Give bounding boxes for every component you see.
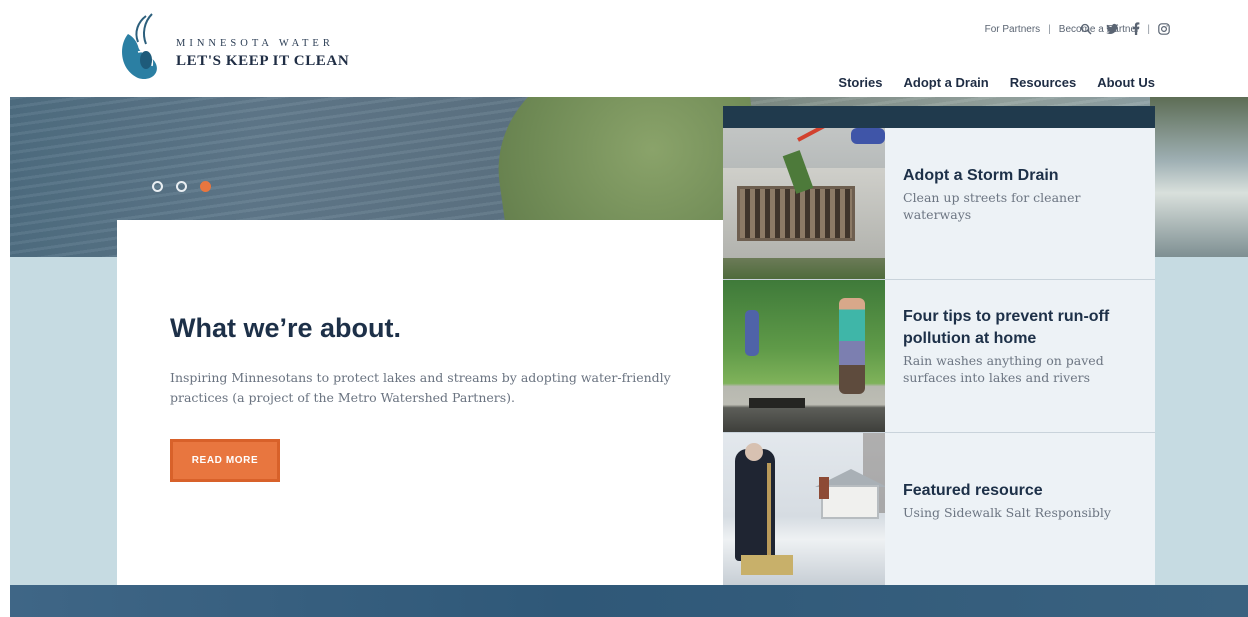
nav-about-us[interactable]: About Us	[1097, 75, 1155, 90]
about-title: What we’re about.	[170, 313, 402, 343]
feature-title[interactable]: Four tips to prevent run-off pollution a…	[903, 306, 1139, 350]
girl-figure	[745, 310, 759, 356]
storm-drain-photo	[723, 128, 885, 279]
feature-title[interactable]: Featured resource	[903, 480, 1111, 502]
carousel-dot-1[interactable]	[152, 181, 163, 192]
for-partners-link[interactable]: For Partners	[985, 24, 1041, 35]
lawn-raking-photo	[723, 280, 885, 432]
nav-stories[interactable]: Stories	[838, 75, 882, 90]
carousel-dot-2[interactable]	[176, 181, 187, 192]
utility-separator: |	[1048, 24, 1051, 35]
about-description: Inspiring Minnesotans to protect lakes a…	[170, 370, 671, 405]
fish-logo-icon	[122, 13, 157, 80]
shovel-handle	[767, 463, 771, 561]
feature-text: Adopt a Storm Drain Clean up streets for…	[885, 128, 1155, 279]
feature-adopt-storm-drain[interactable]: Adopt a Storm Drain Clean up streets for…	[723, 128, 1155, 280]
feature-description: Clean up streets for cleaner waterways	[903, 190, 1081, 222]
logo-title: MINNESOTA WATER	[176, 38, 334, 49]
shovel-blade	[741, 555, 793, 575]
logo-tagline: LET'S KEEP IT CLEAN	[176, 53, 350, 69]
woman-figure	[839, 298, 865, 394]
utility-icons	[1080, 22, 1172, 36]
feature-description: Using Sidewalk Salt Responsibly	[903, 505, 1111, 520]
house	[821, 485, 879, 519]
about-card: What we’re about. Inspiring Minnesotans …	[117, 220, 723, 585]
feature-text: Featured resource Using Sidewalk Salt Re…	[885, 433, 1127, 585]
feature-title[interactable]: Adopt a Storm Drain	[903, 165, 1139, 187]
feature-featured-resource[interactable]: Featured resource Using Sidewalk Salt Re…	[723, 433, 1155, 585]
nav-resources[interactable]: Resources	[1010, 75, 1076, 90]
site-logo[interactable]: MINNESOTA WATER LET'S KEEP IT CLEAN	[116, 12, 416, 86]
feature-stack-header	[723, 106, 1155, 128]
hero-foliage	[1150, 97, 1248, 257]
main-nav: Stories Adopt a Drain Resources About Us	[838, 75, 1155, 90]
search-icon[interactable]	[1080, 22, 1094, 36]
facebook-icon[interactable]	[1132, 22, 1146, 36]
carousel-dot-3[interactable]	[200, 181, 211, 192]
twitter-icon[interactable]	[1106, 22, 1120, 36]
street-drain	[749, 398, 805, 408]
carousel-dots	[152, 181, 211, 192]
read-more-button[interactable]: READ MORE	[170, 439, 280, 482]
feature-runoff-tips[interactable]: Four tips to prevent run-off pollution a…	[723, 280, 1155, 433]
glove	[851, 128, 885, 144]
chimney	[819, 477, 829, 499]
feature-text: Four tips to prevent run-off pollution a…	[885, 280, 1155, 432]
feature-description: Rain washes anything on paved surfaces i…	[903, 353, 1104, 385]
drain-grate	[737, 186, 855, 241]
face	[745, 443, 763, 461]
footer-band	[10, 585, 1248, 617]
instagram-icon[interactable]	[1158, 22, 1172, 36]
winter-shoveling-photo	[723, 433, 885, 585]
nav-adopt-a-drain[interactable]: Adopt a Drain	[904, 75, 989, 90]
